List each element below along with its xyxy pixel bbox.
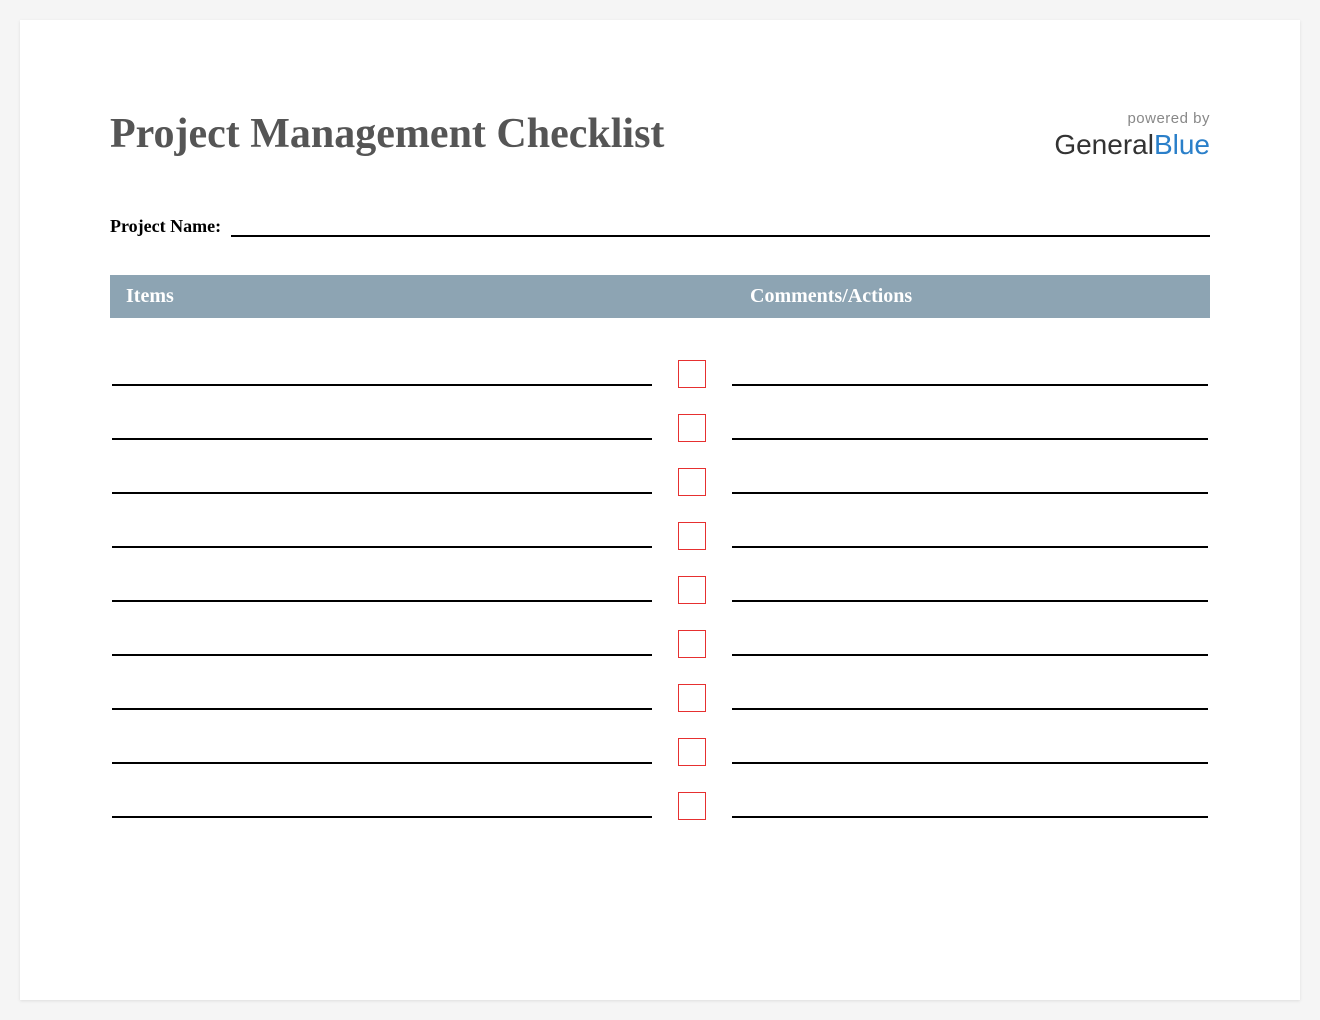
table-row — [110, 764, 1210, 818]
checkbox[interactable] — [678, 522, 706, 550]
table-row — [110, 386, 1210, 440]
checkbox[interactable] — [678, 360, 706, 388]
checkbox-cell — [652, 576, 732, 602]
brand-logo: powered by GeneralBlue — [1054, 110, 1210, 161]
powered-by-label: powered by — [1054, 110, 1210, 127]
checkbox-cell — [652, 468, 732, 494]
table-header: Items Comments/Actions — [110, 275, 1210, 318]
project-name-label: Project Name: — [110, 216, 221, 237]
checkbox[interactable] — [678, 576, 706, 604]
project-name-field: Project Name: — [110, 216, 1210, 237]
comment-input-line[interactable] — [732, 762, 1208, 764]
item-input-line[interactable] — [112, 654, 652, 656]
comment-input-line[interactable] — [732, 708, 1208, 710]
table-row — [110, 710, 1210, 764]
comment-input-line[interactable] — [732, 438, 1208, 440]
checkbox-cell — [652, 792, 732, 818]
checkbox-cell — [652, 360, 732, 386]
column-header-items: Items — [126, 285, 670, 308]
item-input-line[interactable] — [112, 438, 652, 440]
item-input-line[interactable] — [112, 708, 652, 710]
comment-input-line[interactable] — [732, 492, 1208, 494]
item-input-line[interactable] — [112, 600, 652, 602]
item-input-line[interactable] — [112, 816, 652, 818]
checkbox-cell — [652, 414, 732, 440]
checkbox-cell — [652, 522, 732, 548]
project-name-input-line[interactable] — [231, 235, 1210, 237]
table-row — [110, 548, 1210, 602]
brand-text-blue: Blue — [1154, 129, 1210, 160]
comment-input-line[interactable] — [732, 816, 1208, 818]
header-row: Project Management Checklist powered by … — [110, 110, 1210, 161]
checkbox-cell — [652, 738, 732, 764]
brand-name: GeneralBlue — [1054, 129, 1210, 161]
checkbox[interactable] — [678, 738, 706, 766]
document-page: Project Management Checklist powered by … — [20, 20, 1300, 1000]
item-input-line[interactable] — [112, 762, 652, 764]
checkbox[interactable] — [678, 684, 706, 712]
checkbox[interactable] — [678, 792, 706, 820]
checkbox-cell — [652, 630, 732, 656]
item-input-line[interactable] — [112, 546, 652, 548]
table-row — [110, 494, 1210, 548]
column-header-check — [670, 285, 750, 308]
column-header-comments: Comments/Actions — [750, 285, 1194, 308]
checkbox[interactable] — [678, 468, 706, 496]
table-row — [110, 656, 1210, 710]
comment-input-line[interactable] — [732, 546, 1208, 548]
checkbox-cell — [652, 684, 732, 710]
page-title: Project Management Checklist — [110, 110, 664, 158]
comment-input-line[interactable] — [732, 600, 1208, 602]
comment-input-line[interactable] — [732, 654, 1208, 656]
table-row — [110, 332, 1210, 386]
checkbox[interactable] — [678, 630, 706, 658]
table-row — [110, 602, 1210, 656]
item-input-line[interactable] — [112, 492, 652, 494]
checkbox[interactable] — [678, 414, 706, 442]
table-row — [110, 440, 1210, 494]
comment-input-line[interactable] — [732, 384, 1208, 386]
brand-text-dark: General — [1054, 129, 1154, 160]
item-input-line[interactable] — [112, 384, 652, 386]
checklist-rows — [110, 332, 1210, 818]
